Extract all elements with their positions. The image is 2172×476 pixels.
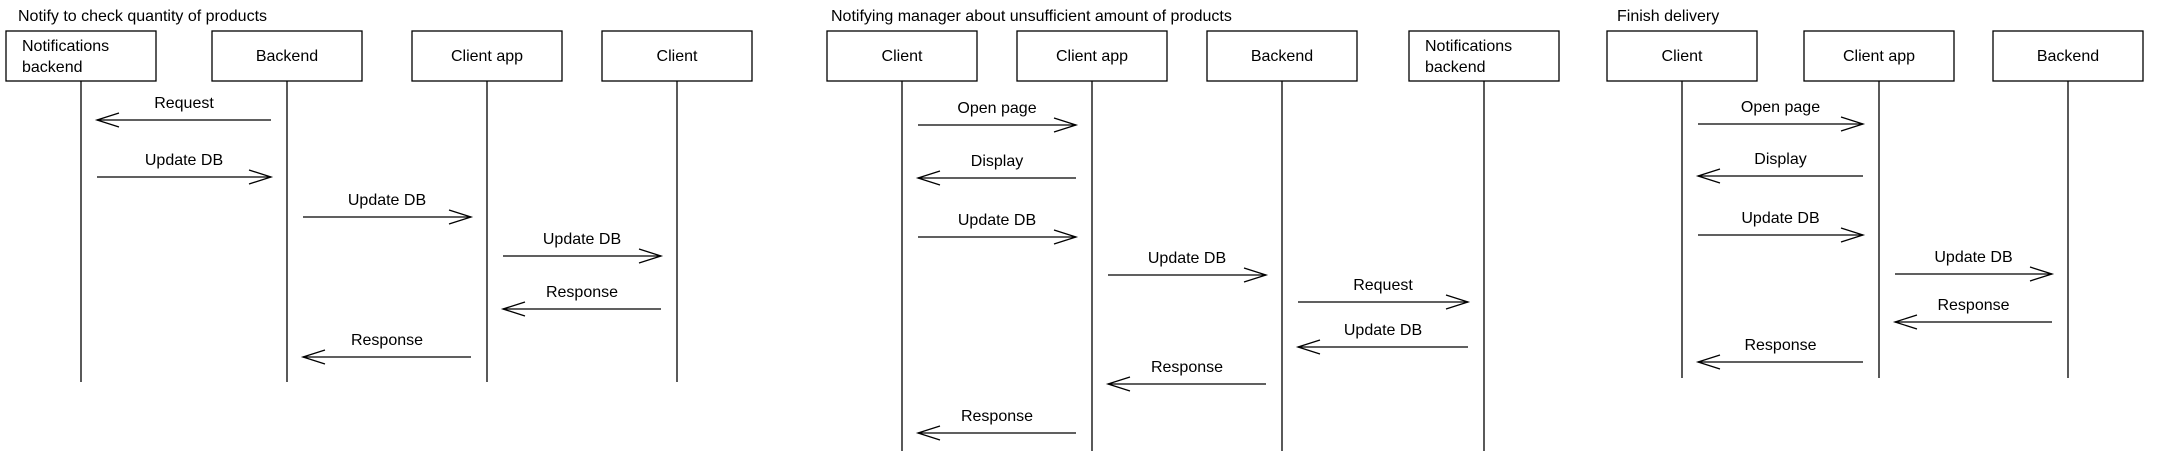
actor-label: Client app	[1843, 48, 1915, 65]
message-label: Update DB	[1934, 249, 2012, 266]
message-label: Update DB	[958, 212, 1036, 229]
message-label: Response	[1151, 359, 1223, 376]
message-label: Response	[1937, 297, 2009, 314]
sequence-diagram: Finish delivery Client Client app Backend Op…	[1606, 8, 2144, 378]
actor-label: Backend	[2037, 48, 2099, 65]
actor-label: Backend	[256, 48, 318, 65]
message-label: Update DB	[1344, 322, 1422, 339]
sequence-diagram: Notifying manager about unsufficient amo…	[826, 8, 1560, 451]
actor-label: Client app	[1056, 48, 1128, 65]
message-label: Update DB	[543, 231, 621, 248]
actor-label: Client	[657, 48, 698, 65]
message-label: Response	[351, 332, 423, 349]
message-label: Response	[1744, 337, 1816, 354]
sequence-diagram: Notify to check quantity of productsNoti…	[5, 8, 753, 382]
actor-label: Client	[1662, 48, 1703, 65]
diagram-title: Notify to check quantity of products	[18, 8, 267, 25]
sequence-diagrams-canvas: Notify to check quantity of products Noti…	[5, 8, 2144, 451]
actor-label: Backend	[1251, 48, 1313, 65]
message-label: Response	[546, 284, 618, 301]
message-label: Update DB	[348, 192, 426, 209]
message-label: Update DB	[145, 152, 223, 169]
message-label: Open page	[1741, 99, 1820, 116]
message-label: Request	[154, 95, 214, 112]
actor-label: Client	[882, 48, 923, 65]
message-label: Update DB	[1741, 210, 1819, 227]
diagram-title: Finish delivery	[1617, 8, 1719, 25]
message-label: Display	[971, 153, 1023, 170]
diagram-title: Notifying manager about unsufficient amo…	[831, 8, 1232, 25]
message-label: Display	[1754, 151, 1806, 168]
message-label: Open page	[957, 100, 1036, 117]
message-label: Update DB	[1148, 250, 1226, 267]
message-label: Response	[961, 408, 1033, 425]
actor-label: Client app	[451, 48, 523, 65]
message-label: Request	[1353, 277, 1413, 294]
